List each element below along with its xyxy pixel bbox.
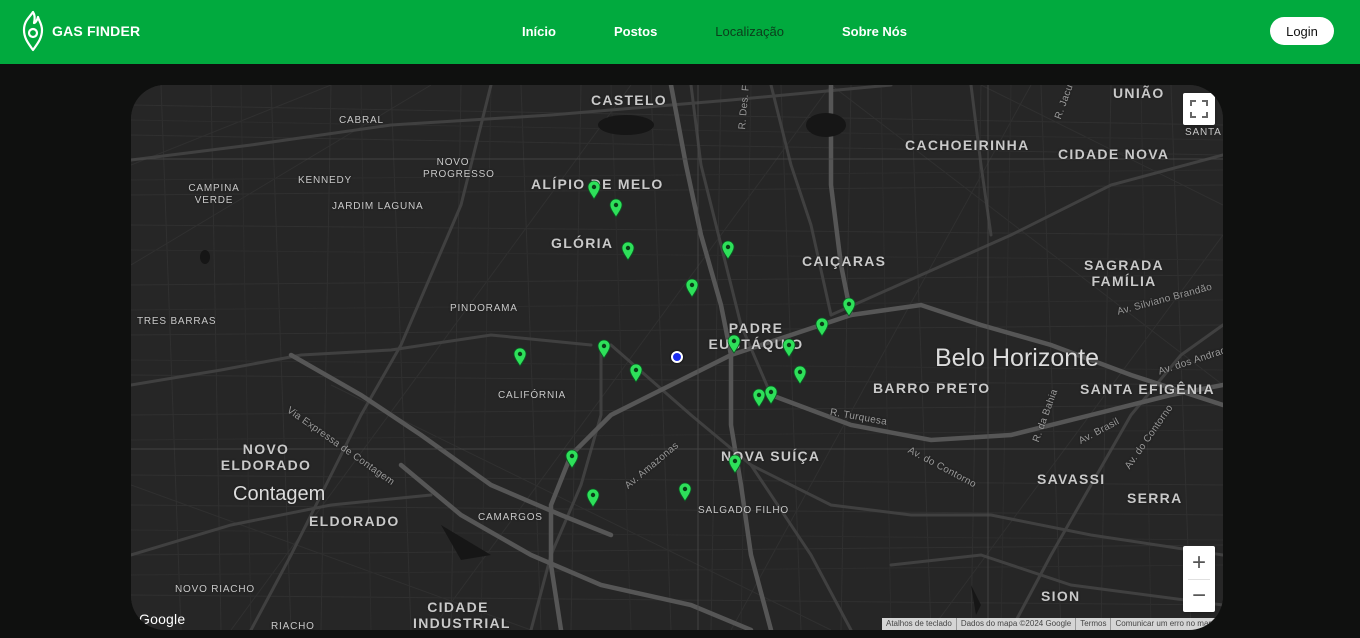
map-pin-icon [597,339,611,359]
map-data-text: Dados do mapa ©2024 Google [957,618,1077,630]
map-pin-icon [727,334,741,354]
nav-sobre-nos[interactable]: Sobre Nós [842,22,907,42]
gas-station-pin[interactable] [793,365,807,385]
fullscreen-button[interactable] [1183,93,1215,125]
gas-station-pin[interactable] [629,363,643,383]
map-pin-icon [621,241,635,261]
map-pin-icon [629,363,643,383]
gas-station-pin[interactable] [727,334,741,354]
user-location-marker[interactable] [671,351,683,363]
map-pin-icon [721,240,735,260]
terms-link[interactable]: Termos [1076,618,1112,630]
map-pin-icon [764,385,778,405]
map-pin-icon [678,482,692,502]
map-pin-icon [728,454,742,474]
nav-postos[interactable]: Postos [614,22,657,42]
map-pin-icon [513,347,527,367]
zoom-out-button[interactable]: − [1183,579,1215,612]
keyboard-shortcuts-link[interactable]: Atalhos de teclado [882,618,957,630]
brand-name: GAS FINDER [52,23,141,39]
gas-station-pin[interactable] [587,180,601,200]
gas-station-pin[interactable] [621,241,635,261]
map-pin-icon [565,449,579,469]
map-pin-icon [793,365,807,385]
gas-station-pin[interactable] [678,482,692,502]
nav-localizacao[interactable]: Localização [715,22,784,42]
login-button[interactable]: Login [1270,17,1334,45]
gas-station-pin[interactable] [685,278,699,298]
fullscreen-icon [1190,100,1208,118]
report-error-link[interactable]: Comunicar um erro no mapa [1111,618,1221,630]
map-pin-icon [586,488,600,508]
gas-station-pin[interactable] [782,338,796,358]
gas-station-pin[interactable] [721,240,735,260]
map-pin-icon [782,338,796,358]
google-logo[interactable]: Google [139,611,185,627]
gas-station-pin[interactable] [815,317,829,337]
map-pin-icon [815,317,829,337]
map-pin-icon [587,180,601,200]
nav-inicio[interactable]: Início [522,22,556,42]
gas-station-pin[interactable] [728,454,742,474]
gas-station-pin[interactable] [513,347,527,367]
map-attribution: Atalhos de teclado Dados do mapa ©2024 G… [882,618,1222,630]
map-view[interactable]: CASTELO UNIÃO CABRAL CACHOEIRINHA CIDADE… [131,85,1223,630]
map-pin-icon [842,297,856,317]
main-nav: Início Postos Localização Sobre Nós [522,22,965,42]
gas-station-pin[interactable] [565,449,579,469]
gas-station-pin[interactable] [842,297,856,317]
gas-station-pin[interactable] [764,385,778,405]
map-pin-icon [609,198,623,218]
zoom-control: + − [1183,546,1215,612]
gas-station-pin[interactable] [586,488,600,508]
flame-location-pin-icon [22,10,44,52]
gas-station-pin[interactable] [609,198,623,218]
gas-station-pin[interactable] [597,339,611,359]
map-pin-icon [685,278,699,298]
navbar: GAS FINDER Início Postos Localização Sob… [0,0,1360,64]
zoom-divider [1188,579,1210,580]
zoom-in-button[interactable]: + [1183,546,1215,579]
brand-logo[interactable]: GAS FINDER [20,8,140,54]
